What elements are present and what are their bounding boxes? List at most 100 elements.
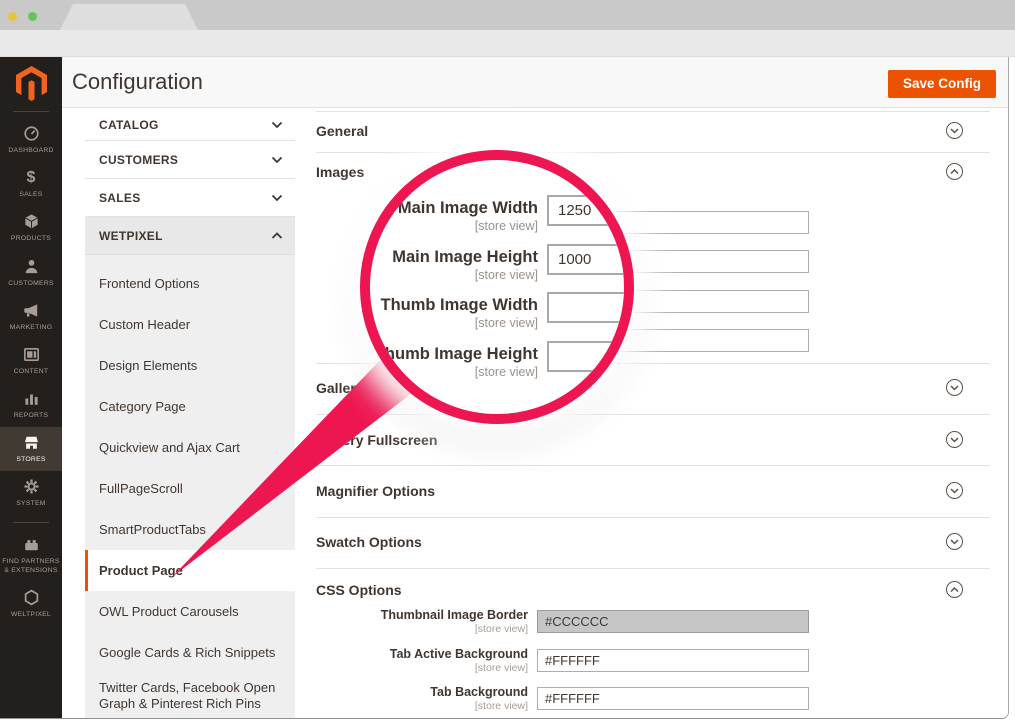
- submenu-item-smartproducttabs[interactable]: SmartProductTabs: [85, 509, 295, 550]
- section-images-chevron-up-icon[interactable]: [946, 163, 963, 180]
- submenu-item-frontend-options[interactable]: Frontend Options: [85, 263, 295, 304]
- divider: [316, 152, 990, 153]
- sidebar-item-label: CUSTOMERS: [8, 279, 54, 288]
- menu-section-label: CUSTOMERS: [99, 153, 271, 167]
- submenu-item-quickview[interactable]: Quickview and Ajax Cart: [85, 427, 295, 468]
- sidebar-item-label: MARKETING: [10, 323, 53, 332]
- section-label: General: [316, 123, 368, 139]
- section-magnifier-chevron-down-icon[interactable]: [946, 482, 963, 499]
- loupe-main-image-width-input[interactable]: [547, 195, 634, 226]
- section-general[interactable]: General: [316, 119, 990, 143]
- sidebar-item-reports[interactable]: REPORTS: [0, 383, 62, 427]
- save-config-button[interactable]: Save Config: [888, 70, 996, 98]
- sidebar-item-dashboard[interactable]: DASHBOARD: [0, 118, 62, 162]
- submenu-item-google-cards[interactable]: Google Cards & Rich Snippets: [85, 632, 295, 673]
- sidebar-item-label: SALES: [19, 190, 42, 199]
- divider: [316, 465, 990, 466]
- gear-icon: [22, 477, 41, 496]
- section-label: Gallery Fullscreen: [316, 432, 437, 448]
- loupe-label-thumb-image-height: Thumb Image Height[store view]: [370, 345, 538, 379]
- sidebar-item-find-partners[interactable]: FIND PARTNERS & EXTENSIONS: [0, 529, 62, 582]
- box-icon: [22, 212, 41, 231]
- fullscreen-button[interactable]: [28, 12, 37, 21]
- menu-section-catalog[interactable]: CATALOG: [85, 110, 295, 141]
- menu-section-label: WETPIXEL: [99, 229, 271, 243]
- sidebar-item-stores[interactable]: STORES: [0, 427, 62, 471]
- sidebar-item-label: PRODUCTS: [11, 234, 51, 243]
- browser-tab[interactable]: [60, 4, 198, 30]
- menu-section-wetpixel[interactable]: WETPIXEL: [85, 217, 295, 255]
- section-gallery-fullscreen-chevron-down-icon[interactable]: [946, 431, 963, 448]
- sidebar-item-label: SYSTEM: [16, 499, 45, 508]
- sidebar-item-label: REPORTS: [14, 411, 48, 420]
- section-magnifier-options[interactable]: Magnifier Options: [316, 479, 990, 503]
- tab-background-input[interactable]: [537, 687, 809, 710]
- sidebar-divider: [13, 522, 49, 523]
- submenu-item-fullpagescroll[interactable]: FullPageScroll: [85, 468, 295, 509]
- thumbnail-image-border-input[interactable]: [537, 610, 809, 633]
- submenu-item-twitter-cards[interactable]: Twitter Cards, Facebook Open Graph & Pin…: [85, 673, 295, 719]
- loupe-thumb-image-height-input[interactable]: [547, 341, 634, 372]
- section-swatch-chevron-down-icon[interactable]: [946, 533, 963, 550]
- loupe-main-image-height-input[interactable]: [547, 244, 634, 275]
- brick-icon: [22, 535, 41, 554]
- menu-section-label: CATALOG: [99, 118, 271, 132]
- field-label-tab-active-background: Tab Active Background[store view]: [316, 647, 528, 674]
- sidebar-item-products[interactable]: PRODUCTS: [0, 206, 62, 250]
- hexagon-icon: [22, 588, 41, 607]
- sidebar-item-weltpixel[interactable]: WELTPIXEL: [0, 582, 62, 626]
- divider: [316, 111, 990, 112]
- submenu-item-owl-carousels[interactable]: OWL Product Carousels: [85, 591, 295, 632]
- field-label-tab-background: Tab Background[store view]: [316, 685, 528, 712]
- section-css-chevron-up-icon[interactable]: [946, 581, 963, 598]
- dashboard-gauge-icon: [22, 124, 41, 143]
- browser-toolbar: [0, 30, 1015, 57]
- page-header: Configuration Save Config: [62, 57, 1009, 108]
- loupe-label-thumb-image-width: Thumb Image Width[store view]: [370, 296, 538, 330]
- submenu-item-category-page[interactable]: Category Page: [85, 386, 295, 427]
- section-label: Images: [316, 164, 364, 180]
- sidebar-item-marketing[interactable]: MARKETING: [0, 295, 62, 339]
- section-css-options[interactable]: CSS Options: [316, 578, 990, 602]
- sidebar-item-customers[interactable]: CUSTOMERS: [0, 251, 62, 295]
- sidebar-item-label: FIND PARTNERS & EXTENSIONS: [1, 557, 61, 575]
- browser-titlebar: [0, 0, 1015, 30]
- sidebar-item-label: STORES: [16, 455, 45, 464]
- sidebar-divider: [13, 111, 49, 112]
- section-gallery-chevron-down-icon[interactable]: [946, 379, 963, 396]
- chevron-up-icon: [271, 229, 283, 243]
- megaphone-icon: [22, 301, 41, 320]
- sidebar-item-system[interactable]: SYSTEM: [0, 471, 62, 515]
- section-general-chevron-down-icon[interactable]: [946, 122, 963, 139]
- submenu-item-custom-header[interactable]: Custom Header: [85, 304, 295, 345]
- admin-sidebar: DASHBOARD $ SALES PRODUCTS CUSTOMERS: [0, 57, 62, 719]
- menu-section-label: SALES: [99, 191, 271, 205]
- loupe-thumb-image-width-input[interactable]: [547, 292, 634, 323]
- section-label: Magnifier Options: [316, 483, 435, 499]
- submenu-item-design-elements[interactable]: Design Elements: [85, 345, 295, 386]
- divider: [316, 568, 990, 569]
- loupe-label-main-image-width: Main Image Width[store view]: [370, 199, 538, 233]
- section-label: Swatch Options: [316, 534, 422, 550]
- menu-section-customers[interactable]: CUSTOMERS: [85, 141, 295, 179]
- tab-active-background-input[interactable]: [537, 649, 809, 672]
- config-menu: CATALOG CUSTOMERS SALES WETPIXEL: [85, 110, 295, 255]
- sidebar-item-content[interactable]: CONTENT: [0, 339, 62, 383]
- person-icon: [22, 257, 41, 276]
- divider: [316, 414, 990, 415]
- field-label-thumbnail-image-border: Thumbnail Image Border[store view]: [316, 608, 528, 635]
- minimize-button[interactable]: [8, 12, 17, 21]
- section-gallery-fullscreen[interactable]: Gallery Fullscreen: [316, 428, 990, 452]
- submenu-item-product-page[interactable]: Product Page: [85, 550, 295, 591]
- sidebar-item-label: CONTENT: [14, 367, 49, 376]
- sidebar-item-label: WELTPIXEL: [11, 610, 51, 619]
- dollar-icon: $: [27, 168, 36, 187]
- section-swatch-options[interactable]: Swatch Options: [316, 530, 990, 554]
- menu-section-sales[interactable]: SALES: [85, 179, 295, 217]
- section-label: CSS Options: [316, 582, 402, 598]
- divider: [316, 517, 990, 518]
- magento-logo[interactable]: [0, 57, 62, 109]
- sidebar-item-sales[interactable]: $ SALES: [0, 162, 62, 206]
- chevron-down-icon: [271, 118, 283, 132]
- config-submenu: Frontend Options Custom Header Design El…: [85, 255, 295, 719]
